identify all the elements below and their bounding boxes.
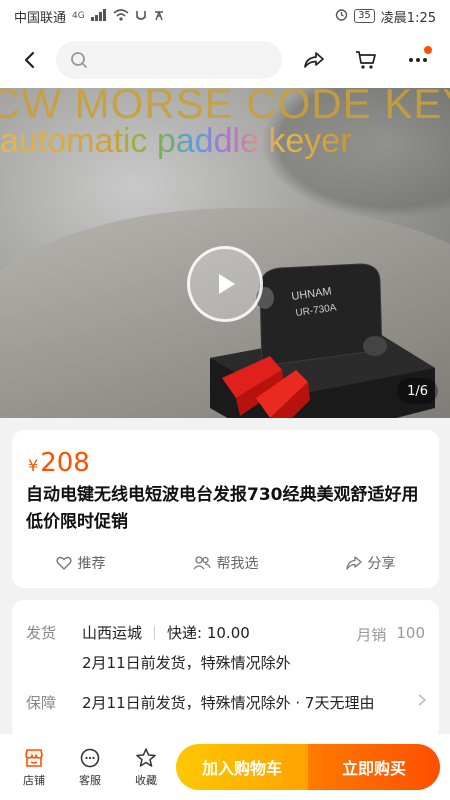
notification-dot [424, 46, 432, 54]
store-tab-label: 店铺 [23, 773, 45, 787]
favorite-label: 收藏 [135, 773, 157, 787]
store-tab[interactable]: 店铺 [6, 747, 62, 788]
share-label: 分享 [367, 556, 396, 572]
shipping-row: 发货 山西运城 快递: 10.00 [26, 622, 250, 643]
battery-indicator: 35 [354, 9, 375, 23]
image-counter: 1/6 [397, 378, 438, 404]
bottom-action-bar: 店铺 客服 收藏 加入购物车 立即购买 [0, 734, 450, 800]
product-info-card: ¥ 208 自动电键无线电短波电台发报730经典美观舒适好用低价限时促销 推荐 … [12, 430, 439, 588]
play-icon [219, 274, 235, 294]
divider [154, 625, 156, 640]
currency-symbol: ¥ [28, 456, 39, 475]
top-nav [0, 32, 450, 88]
customer-service-tab[interactable]: 客服 [62, 747, 118, 788]
alarm-icon [335, 8, 348, 24]
monthly-sales-value: 100 [396, 624, 425, 642]
people-icon [193, 556, 211, 570]
play-video-button[interactable] [187, 246, 263, 322]
search-icon [71, 52, 87, 68]
app-notification-icon [153, 9, 165, 24]
express-fee: 快递: 10.00 [167, 624, 250, 642]
chevron-right-icon[interactable] [417, 692, 427, 711]
carrier-name: 中国联通 [14, 10, 67, 26]
buy-now-button[interactable]: 立即购买 [308, 744, 440, 790]
share-product-button[interactable]: 分享 [345, 553, 396, 573]
product-title: 自动电键无线电短波电台发报730经典美观舒适好用低价限时促销 [26, 485, 419, 532]
chat-icon [80, 748, 100, 767]
product-image-carousel[interactable]: CW MORSE CODE KEYS automatic paddle keye… [0, 88, 450, 418]
share-icon [345, 556, 362, 570]
cart-button[interactable] [348, 42, 384, 78]
back-icon [24, 51, 35, 69]
ship-origin: 山西运城 [82, 624, 143, 642]
heart-icon [55, 556, 72, 570]
back-button[interactable] [12, 42, 48, 78]
guarantee-row[interactable]: 保障 2月11日前发货，特殊情况除外 · 7天无理由 [26, 692, 374, 713]
recommend-label: 推荐 [77, 556, 106, 572]
guarantee-text: 2月11日前发货，特殊情况除外 · 7天无理由 [82, 694, 375, 712]
more-button[interactable] [400, 42, 436, 78]
store-icon [25, 748, 43, 767]
favorite-tab[interactable]: 收藏 [118, 747, 174, 788]
clock: 凌晨1:25 [380, 10, 436, 26]
price-value: 208 [40, 448, 90, 478]
recommend-button[interactable]: 推荐 [55, 553, 106, 573]
status-bar: 中国联通 4G 35 凌晨1:25 [0, 0, 450, 32]
help-me-choose-label: 帮我选 [216, 556, 259, 572]
ship-label: 发货 [26, 624, 57, 642]
purchase-buttons: 加入购物车 立即购买 [176, 744, 440, 790]
monthly-sales: 月销 100 [356, 624, 425, 645]
star-icon [136, 747, 156, 767]
share-button[interactable] [296, 42, 332, 78]
image-overlay-subtitle: automatic paddle keyer [0, 122, 352, 160]
monthly-sales-label: 月销 [356, 626, 387, 644]
signal-icon [90, 8, 107, 24]
shipping-card: 发货 山西运城 快递: 10.00 月销 100 2月11日前发货，特殊情况除外… [12, 600, 439, 740]
help-me-choose-button[interactable]: 帮我选 [193, 553, 259, 573]
customer-service-label: 客服 [79, 773, 101, 787]
add-to-cart-button[interactable]: 加入购物车 [176, 744, 308, 790]
ship-note: 2月11日前发货，特殊情况除外 [82, 654, 291, 672]
network-type: 4G [72, 11, 85, 21]
guarantee-label: 保障 [26, 694, 57, 712]
search-input[interactable] [56, 41, 282, 79]
notification-icon [135, 9, 147, 24]
product-actions: 推荐 帮我选 分享 [12, 548, 439, 578]
cart-icon [356, 51, 376, 69]
price: ¥ 208 [28, 448, 90, 478]
wifi-icon [113, 8, 129, 24]
share-icon [304, 52, 324, 68]
